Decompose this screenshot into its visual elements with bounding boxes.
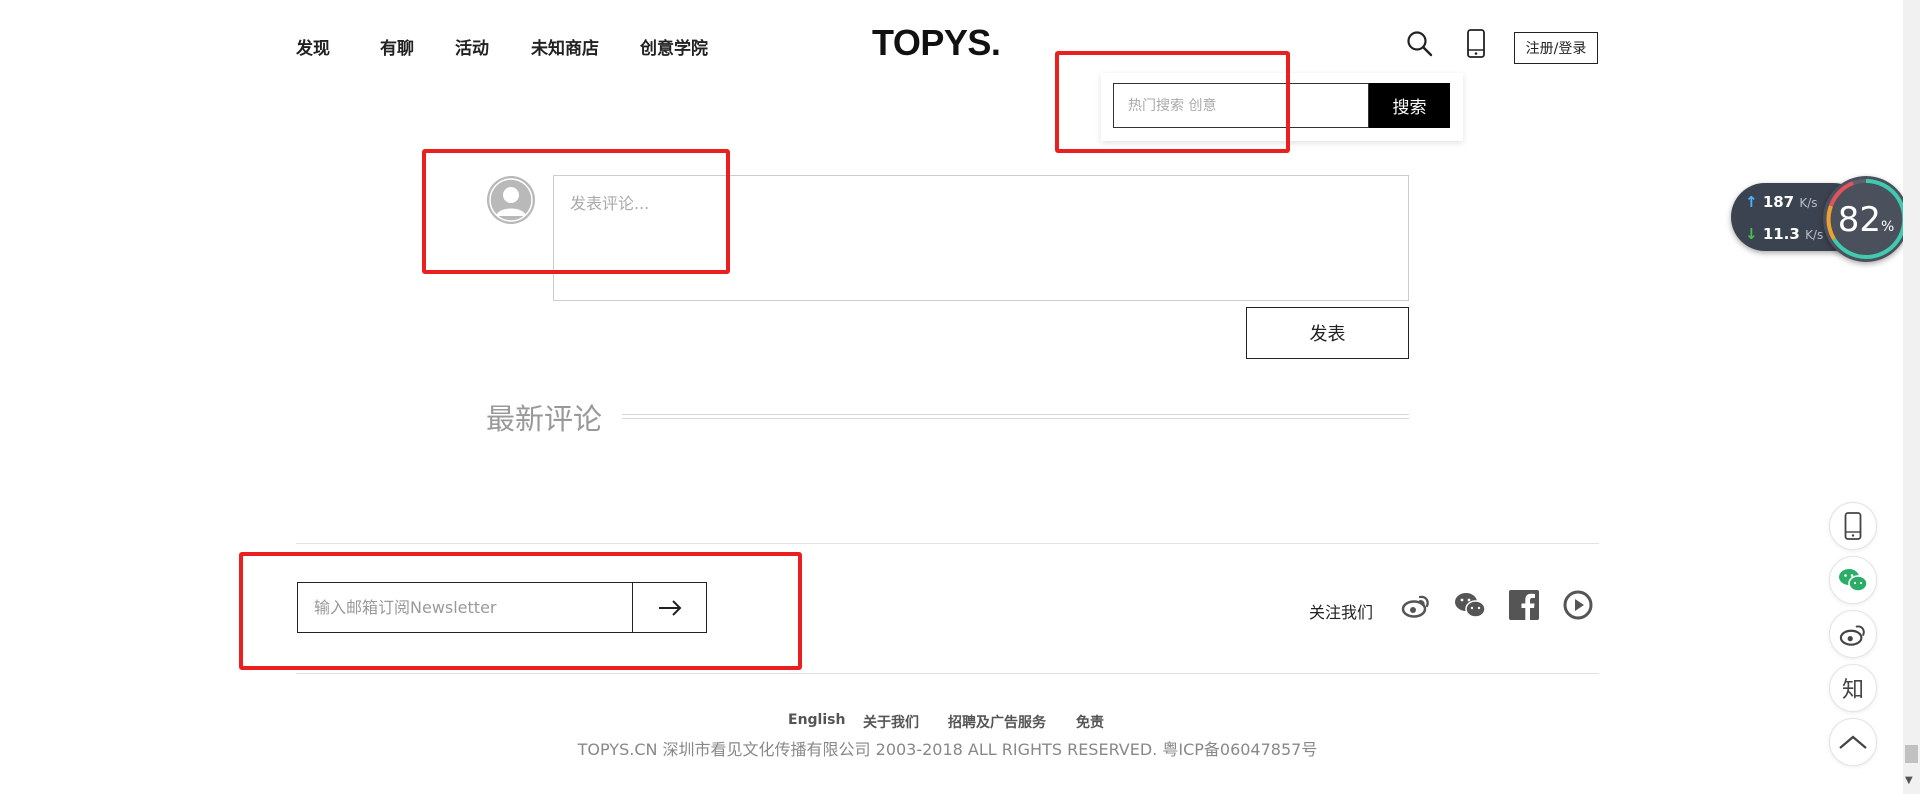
back-to-top-button[interactable] xyxy=(1829,718,1877,766)
cpu-usage-value: 82% xyxy=(1837,200,1895,240)
download-speed: ↓ 11.3 K/s xyxy=(1745,225,1823,243)
upload-speed-unit: K/s xyxy=(1799,196,1818,210)
latest-comments-heading: 最新评论 xyxy=(486,402,603,436)
site-logo[interactable]: TOPYS. xyxy=(872,22,1001,64)
nav-discover[interactable]: 发现 xyxy=(296,34,330,59)
footer-link-about[interactable]: 关于我们 xyxy=(863,712,919,732)
weibo-icon xyxy=(1839,625,1865,646)
float-mobile-button[interactable] xyxy=(1829,502,1877,550)
avatar xyxy=(487,176,535,224)
heading-divider xyxy=(622,414,1409,419)
page-scrollbar[interactable] xyxy=(1903,0,1920,794)
footer-link-jobs-ads[interactable]: 招聘及广告服务 xyxy=(948,712,1046,732)
wechat-icon[interactable] xyxy=(1454,589,1486,621)
upload-arrow-icon: ↑ xyxy=(1745,193,1758,211)
search-input[interactable] xyxy=(1113,83,1369,128)
download-arrow-icon: ↓ xyxy=(1745,225,1758,243)
search-dropdown: 搜索 xyxy=(1101,73,1463,141)
login-register-button[interactable]: 注册/登录 xyxy=(1514,32,1598,64)
download-speed-unit: K/s xyxy=(1805,228,1824,242)
float-zhihu-button[interactable]: 知 xyxy=(1829,664,1877,712)
footer-bottom-divider xyxy=(296,673,1599,674)
wechat-icon xyxy=(1839,569,1868,592)
copyright-text: TOPYS.CN 深圳市看见文化传播有限公司 2003-2018 ALL RIG… xyxy=(577,740,1318,759)
upload-speed-value: 187 xyxy=(1762,193,1795,211)
mobile-phone-icon[interactable] xyxy=(1466,29,1486,59)
scrollbar-thumb[interactable] xyxy=(1905,745,1918,763)
weibo-icon[interactable] xyxy=(1400,589,1432,621)
newsletter-submit-button[interactable] xyxy=(632,582,707,633)
facebook-icon[interactable] xyxy=(1508,589,1540,621)
nav-creative-academy[interactable]: 创意学院 xyxy=(640,34,708,59)
footer-top-divider xyxy=(296,543,1599,544)
comment-textarea[interactable] xyxy=(553,175,1409,301)
float-weibo-button[interactable] xyxy=(1829,610,1877,658)
scroll-down-arrow-icon[interactable]: ▼ xyxy=(1905,775,1913,786)
arrow-right-icon xyxy=(658,599,681,616)
follow-us-label: 关注我们 xyxy=(1309,603,1374,622)
chevron-up-icon xyxy=(1839,735,1867,749)
upload-speed: ↑ 187 K/s xyxy=(1745,193,1818,211)
search-button[interactable]: 搜索 xyxy=(1369,83,1450,128)
newsletter-email-input[interactable] xyxy=(297,582,633,633)
search-icon[interactable] xyxy=(1406,30,1434,58)
nav-events[interactable]: 活动 xyxy=(455,34,489,59)
float-wechat-button[interactable] xyxy=(1829,556,1877,604)
post-comment-button[interactable]: 发表 xyxy=(1246,307,1409,359)
footer-link-english[interactable]: English xyxy=(788,712,845,728)
mobile-phone-icon xyxy=(1844,512,1862,540)
cpu-usage-gauge[interactable]: 82% xyxy=(1823,176,1909,262)
nav-chat[interactable]: 有聊 xyxy=(380,34,414,59)
footer-link-disclaimer[interactable]: 免责 xyxy=(1076,712,1104,732)
nav-unknown-store[interactable]: 未知商店 xyxy=(531,34,599,59)
download-speed-value: 11.3 xyxy=(1762,225,1800,243)
video-play-icon[interactable] xyxy=(1562,589,1594,621)
